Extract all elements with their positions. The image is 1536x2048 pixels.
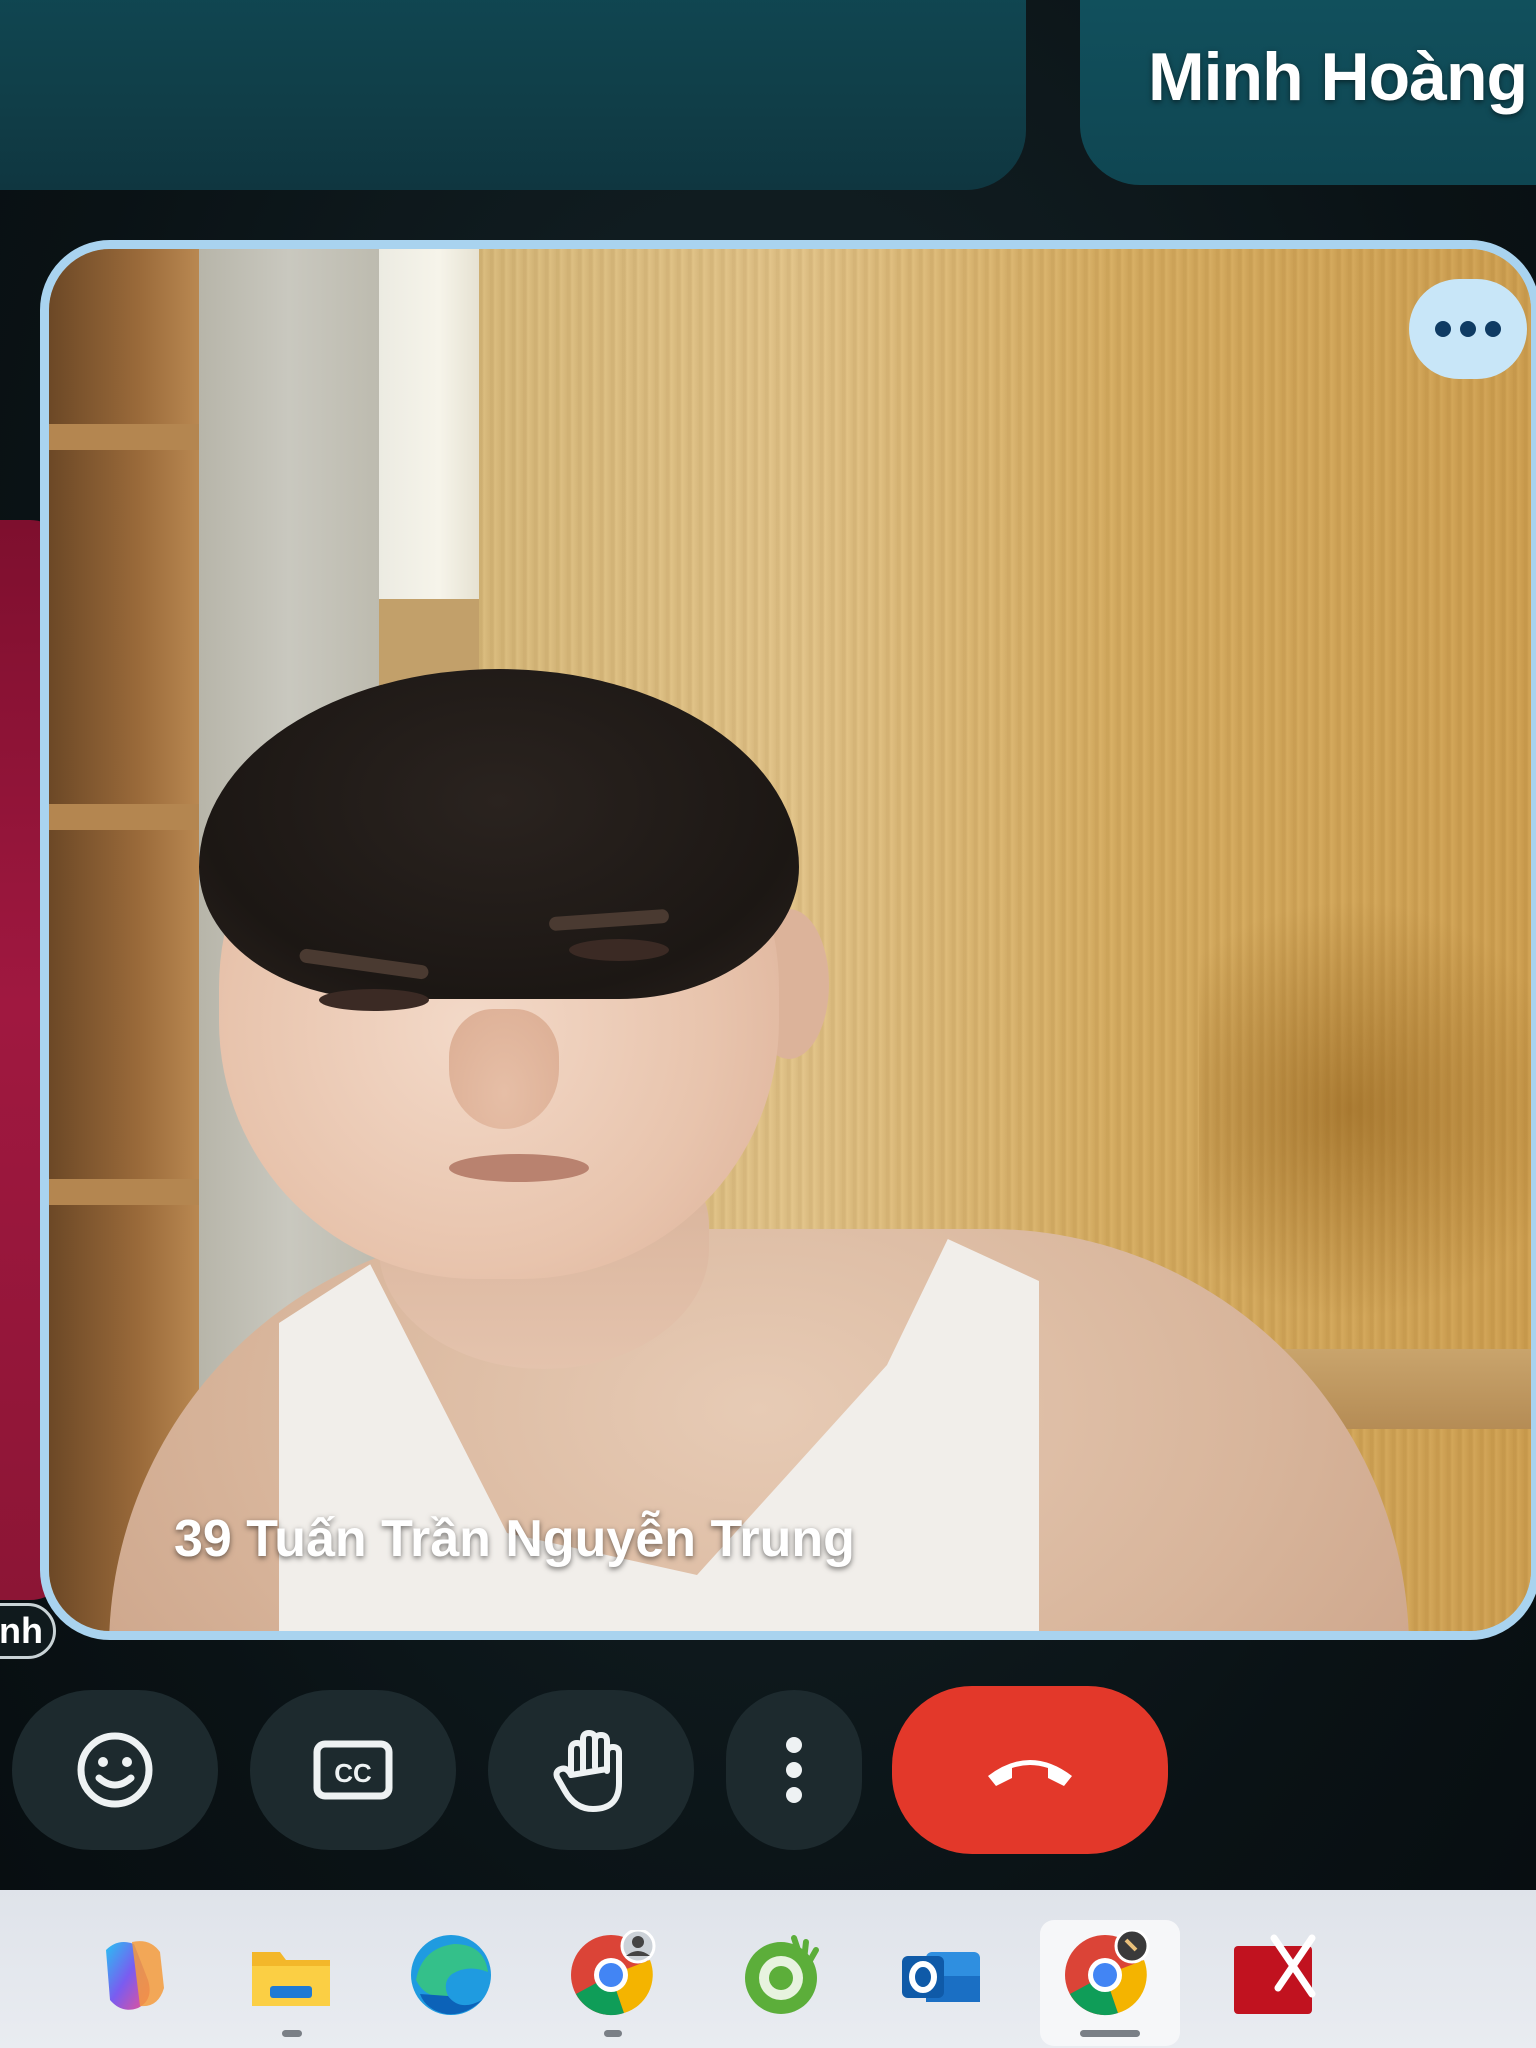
outlook-icon[interactable] [896, 1930, 986, 2020]
chrome-icon[interactable] [566, 1930, 656, 2020]
raise-hand-button[interactable] [488, 1690, 694, 1850]
folder-icon[interactable] [246, 1930, 336, 2020]
video-feed [49, 249, 1531, 1631]
participant-name-label: 39 Tuấn Trần Nguyễn Trung [174, 1510, 855, 1568]
participant-tile-top-left[interactable] [0, 0, 1026, 190]
taskbar-active-indicator [1080, 2030, 1140, 2037]
call-controls-bar: CC [0, 1680, 1536, 1860]
chrome-icon[interactable] [1060, 1930, 1150, 2020]
closed-captions-icon: CC [313, 1740, 393, 1800]
hand-icon [553, 1730, 622, 1812]
participant-name: Minh Hoàng [1148, 39, 1528, 115]
more-vertical-icon [786, 1737, 802, 1803]
copilot-icon[interactable] [88, 1930, 178, 2020]
participant-video-person [49, 249, 1531, 1631]
windows-taskbar [0, 1890, 1536, 2048]
svg-text:CC: CC [334, 1758, 372, 1788]
phone-hangup-icon [988, 1760, 1072, 1786]
participant-name-chip: nh [0, 1603, 56, 1659]
person-eye [319, 989, 429, 1011]
coccoc-icon[interactable] [736, 1930, 826, 2020]
taskbar-running-indicator [604, 2030, 622, 2037]
person-hair [199, 669, 799, 999]
taskbar-running-indicator [282, 2030, 302, 2037]
more-horizontal-icon [1435, 321, 1501, 337]
emoji-reaction-button[interactable] [12, 1690, 218, 1850]
more-options-button[interactable] [726, 1690, 862, 1850]
person-nose [449, 1009, 559, 1129]
leave-call-button[interactable] [892, 1686, 1168, 1854]
tile-more-options-button[interactable] [1409, 279, 1527, 379]
active-speaker-tile[interactable]: 39 Tuấn Trần Nguyễn Trung [40, 240, 1536, 1640]
meeting-screen: Minh Hoàng nh 39 Tuấn Trần Nguyễn Trung … [0, 0, 1536, 2048]
smiley-icon [77, 1732, 153, 1808]
person-mouth [449, 1154, 589, 1182]
pdf-icon[interactable] [1228, 1930, 1318, 2020]
edge-icon[interactable] [406, 1930, 496, 2020]
person-eye [569, 939, 669, 961]
captions-button[interactable]: CC [250, 1690, 456, 1850]
participant-tile-top-right[interactable]: Minh Hoàng [1080, 0, 1536, 185]
